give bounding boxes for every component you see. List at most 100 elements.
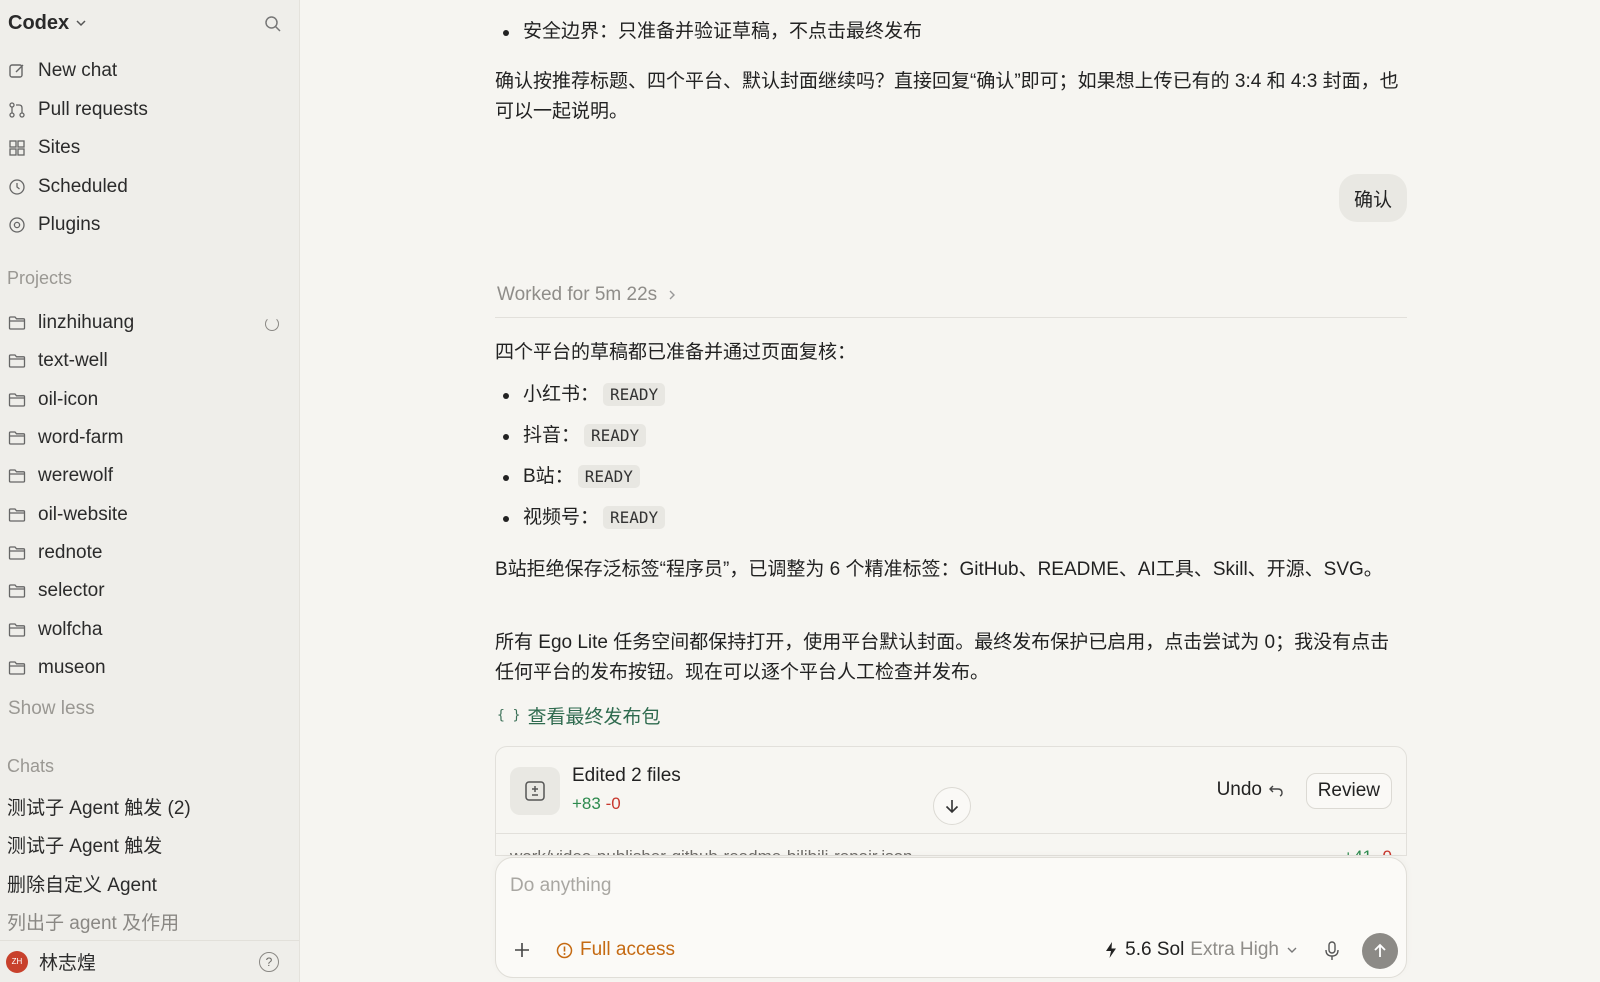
chat-item[interactable]: 测试子 Agent 触发 (2): [0, 787, 299, 826]
workspace-switcher[interactable]: Codex: [8, 10, 283, 36]
platform-name: B站：: [523, 466, 574, 487]
microphone-icon[interactable]: [1322, 940, 1342, 962]
project-item[interactable]: werewolf: [0, 457, 299, 495]
project-list: linzhihuang text-well oil-icon word-farm…: [0, 304, 299, 687]
link-label: 查看最终发布包: [527, 707, 661, 728]
diff-file-icon: [510, 767, 560, 815]
list-item: 安全边界：只准备并验证草稿，不点击最终发布: [495, 17, 1407, 47]
folder-icon: [8, 507, 26, 523]
send-button[interactable]: [1362, 933, 1398, 969]
project-item[interactable]: text-well: [0, 342, 299, 380]
access-mode-button[interactable]: Full access: [556, 939, 675, 961]
chat-item[interactable]: 删除自定义 Agent: [0, 864, 299, 903]
plus-icon: [515, 943, 529, 957]
summary-intro: 四个平台的草稿都已准备并通过页面复核：: [495, 342, 857, 363]
diff-stats: +83 -0: [572, 794, 621, 814]
main-panel: 安全边界：只准备并验证草稿，不点击最终发布 确认按推荐标题、四个平台、默认封面继…: [300, 0, 1600, 982]
lightning-icon: [1106, 942, 1117, 958]
pull-request-icon: [8, 101, 26, 119]
lines-added: +83: [572, 794, 601, 813]
search-icon[interactable]: [263, 14, 283, 34]
chevron-down-icon: [76, 20, 86, 27]
divider: [495, 317, 1407, 318]
edited-file-path[interactable]: work/video-publisher-github-readme-bilib…: [510, 847, 913, 855]
folder-icon: [8, 392, 26, 408]
status-badge: READY: [577, 465, 640, 488]
platform-status-list: 小红书： READY 抖音： READY B站： READY 视频号： READY: [495, 380, 1407, 533]
user-name[interactable]: 林志煌: [39, 948, 96, 975]
chat-list: 测试子 Agent 触发 (2) 测试子 Agent 触发 删除自定义 Agen…: [0, 787, 299, 941]
project-item[interactable]: word-farm: [0, 419, 299, 457]
undo-label: Undo: [1216, 779, 1262, 800]
chats-label: Chats: [7, 756, 55, 776]
project-label: rednote: [38, 541, 103, 563]
platform-name: 视频号：: [523, 507, 600, 528]
project-label: werewolf: [38, 465, 113, 487]
project-label: wolfcha: [38, 618, 103, 640]
nav-sites[interactable]: Sites: [0, 129, 299, 168]
final-note: 所有 Ego Lite 任务空间都保持打开，使用平台默认封面。最终发布保护已启用…: [495, 632, 1390, 683]
project-item[interactable]: selector: [0, 572, 299, 610]
project-label: selector: [38, 580, 105, 602]
folder-icon: [8, 545, 26, 561]
status-badge: READY: [603, 506, 666, 529]
chat-item[interactable]: 列出子 agent 及作用: [0, 903, 299, 942]
project-item[interactable]: wolfcha: [0, 610, 299, 648]
edit-icon: [8, 62, 26, 80]
add-attachment-button[interactable]: [512, 940, 532, 960]
list-item: 小红书： READY: [495, 380, 1407, 410]
nav-label: Pull requests: [38, 98, 148, 120]
project-label: linzhihuang: [38, 312, 135, 334]
project-label: oil-icon: [38, 388, 99, 410]
code-braces-icon: { }: [497, 708, 521, 723]
chevron-right-icon: [669, 290, 676, 300]
project-item[interactable]: linzhihuang: [0, 304, 299, 342]
folder-icon: [8, 583, 26, 599]
sidebar-nav: New chat Pull requests Sites Scheduled P…: [0, 52, 299, 245]
worked-for-toggle[interactable]: Worked for 5m 22s: [497, 284, 679, 306]
folder-icon: [8, 660, 26, 676]
nav-new-chat[interactable]: New chat: [0, 52, 299, 91]
nav-scheduled[interactable]: Scheduled: [0, 168, 299, 207]
access-label: Full access: [580, 939, 676, 960]
show-less-link[interactable]: Show less: [8, 698, 95, 720]
edited-files-title: Edited 2 files: [572, 765, 681, 786]
project-label: oil-website: [38, 503, 128, 525]
model-label: 5.6 Sol: [1125, 939, 1185, 960]
project-item[interactable]: oil-website: [0, 495, 299, 533]
divider: [496, 833, 1406, 834]
scroll-to-bottom-button[interactable]: [933, 787, 971, 825]
undo-button[interactable]: Undo: [1217, 779, 1284, 801]
warning-circle-icon: [556, 942, 573, 958]
sidebar: Codex New chat Pull requests Sites Sched…: [0, 0, 300, 982]
user-message-bubble: 确认: [1338, 174, 1407, 222]
app-title: Codex: [8, 11, 70, 34]
help-icon[interactable]: ?: [259, 952, 279, 972]
assistant-bullets-top: 安全边界：只准备并验证草稿，不点击最终发布: [495, 17, 1407, 47]
nav-pull-requests[interactable]: Pull requests: [0, 91, 299, 130]
nav-plugins[interactable]: Plugins: [0, 206, 299, 245]
effort-label: Extra High: [1190, 939, 1279, 960]
status-badge: READY: [584, 424, 647, 447]
project-item[interactable]: oil-icon: [0, 381, 299, 419]
status-badge: READY: [603, 383, 666, 406]
folder-icon: [8, 315, 26, 331]
folder-icon: [8, 353, 26, 369]
review-button[interactable]: Review: [1305, 773, 1392, 809]
view-release-package-link[interactable]: { } 查看最终发布包: [497, 702, 661, 729]
project-label: text-well: [38, 350, 108, 372]
folder-icon: [8, 622, 26, 638]
file-lines-added: +41: [1343, 847, 1372, 855]
project-item[interactable]: museon: [0, 649, 299, 687]
projects-label: Projects: [7, 268, 73, 288]
nav-label: Scheduled: [38, 175, 128, 197]
chat-item[interactable]: 测试子 Agent 触发: [0, 826, 299, 865]
model-selector[interactable]: 5.6 Sol Extra High: [1104, 939, 1298, 961]
prompt-input[interactable]: [510, 871, 1370, 901]
project-item[interactable]: rednote: [0, 534, 299, 572]
arrow-down-icon: [945, 800, 959, 814]
avatar[interactable]: ZH: [6, 950, 28, 973]
lines-removed: -0: [605, 794, 621, 813]
undo-icon: [1269, 785, 1283, 797]
platform-name: 抖音：: [523, 425, 581, 446]
